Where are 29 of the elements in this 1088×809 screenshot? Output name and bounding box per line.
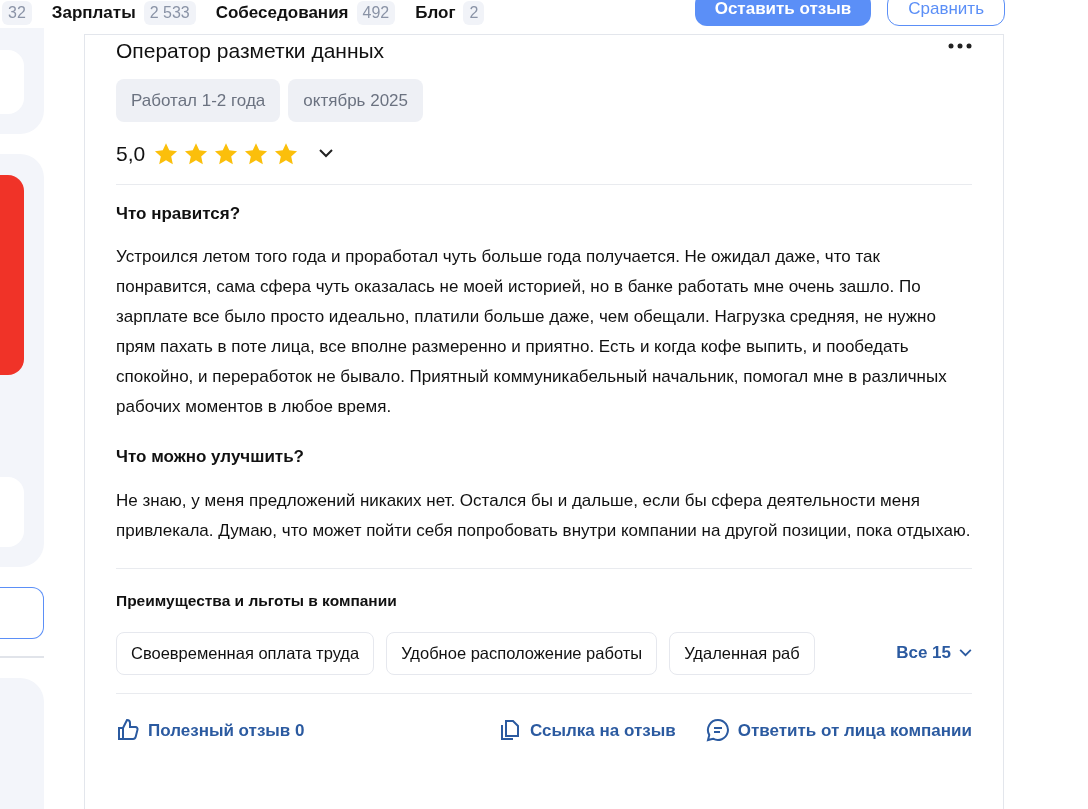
benefit-chip: Удобное расположение работы: [386, 631, 658, 675]
benefit-chip: Своевременная оплата труда: [116, 631, 375, 675]
count-badge: 2: [463, 0, 485, 25]
count-badge: 32: [2, 0, 32, 25]
position-title: Оператор разметки данных: [116, 38, 385, 64]
rating-value: 5,0: [116, 141, 146, 167]
more-icon[interactable]: [948, 43, 972, 49]
nav-link[interactable]: Собеседования: [215, 0, 349, 26]
section-heading: Что нравится?: [116, 202, 242, 225]
chat-icon: [705, 718, 730, 743]
count-badge: 2 533: [143, 0, 196, 25]
nav-link[interactable]: Зарплаты: [51, 0, 136, 26]
helpful-button[interactable]: Полезный отзыв 0: [116, 717, 305, 743]
chevron-down-icon: [959, 649, 972, 658]
section-heading: Что можно улучшить?: [116, 446, 305, 468]
tag: октябрь 2025: [288, 78, 423, 122]
count-badge: 492: [356, 0, 396, 25]
benefits-heading: Преимущества и льготы в компании: [116, 590, 398, 611]
review-text: Устроился летом того года и проработал чуть больше года получается. Не ожидал даже, что так понравится, сама сфера чуть оказалась не моей историей, но в банке работать мне очень зашло. По зарплате все было просто идеально, платили больше даже, чем обещали. Нагрузка средняя, не нужно прям пахать в поте лица, все вполне размеренно и приятно. Есть и когда кофе выпить, и пообедать спокойно, и переработок не бывало. Приятный коммуникабельный начальник, помогал мне в различных рабочих моментов в любое время.: [116, 246, 948, 418]
review-text: Не знаю, у меня предложений никаких нет. Остался бы и дальше, если бы сфера деятельности меня привлекала. Думаю, что может пойти себя попробовать внутри компании на другой позиции, пока отдыхаю.: [116, 489, 972, 542]
sidebar-button[interactable]: [0, 587, 44, 639]
thumbs-up-icon: [116, 718, 140, 743]
nav-link[interactable]: Блог: [415, 0, 456, 26]
copy-link-button[interactable]: Ссылка на отзыв: [498, 717, 676, 743]
show-all-button[interactable]: Все 15: [896, 640, 972, 666]
benefit-chip: Удаленная раб: [669, 631, 815, 675]
reply-button[interactable]: Ответить от лица компании: [705, 717, 972, 743]
tag: Работал 1-2 года: [116, 78, 281, 122]
chevron-down-icon[interactable]: [319, 149, 334, 159]
